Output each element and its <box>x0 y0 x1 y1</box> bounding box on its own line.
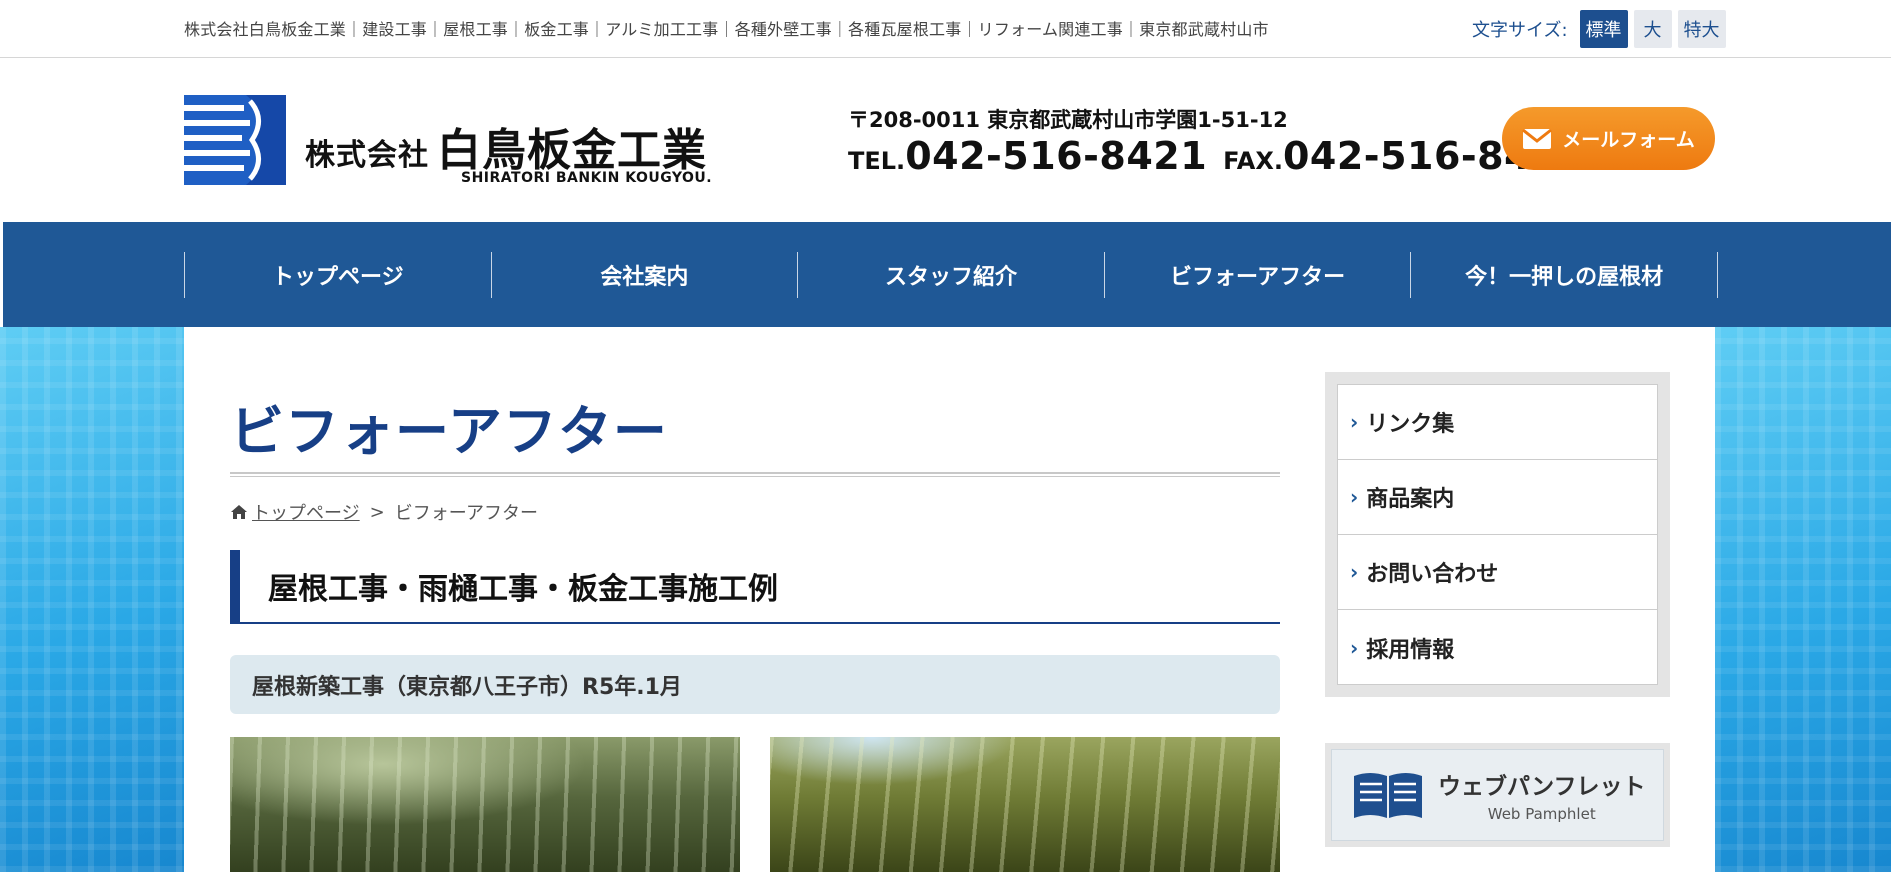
breadcrumb-current: ビフォーアフター <box>394 503 539 524</box>
pamphlet-title: ウェブパンフレット <box>1438 774 1646 800</box>
main-content: ビフォーアフター トップページ > ビフォーアフター 屋根工事・雨樋工事・板金工… <box>184 327 1715 872</box>
nav-item-recommended-roofing[interactable]: 今！一押しの屋根材 <box>1411 252 1718 298</box>
open-book-icon <box>1354 773 1422 818</box>
breadcrumb-home-link[interactable]: トップページ <box>252 499 360 525</box>
chevron-right-icon: › <box>1350 635 1359 660</box>
case-heading: 屋根新築工事（東京都八王子市）R5年.1月 <box>230 655 1280 714</box>
company-logo-text: 株式会社 白鳥板金工業 <box>305 114 707 178</box>
site-tagline: 株式会社白鳥板金工業｜建設工事｜屋根工事｜板金工事｜アルミ加工工事｜各種外壁工事… <box>184 20 1269 39</box>
chevron-right-icon: › <box>1350 410 1359 434</box>
nav-item-staff[interactable]: スタッフ紹介 <box>798 252 1105 298</box>
background-right-decoration <box>1715 327 1891 872</box>
company-kk: 株式会社 <box>305 138 429 173</box>
font-size-label: 文字サイズ: <box>1472 20 1568 41</box>
mail-form-button[interactable]: メールフォーム <box>1502 107 1715 170</box>
font-size-large-button[interactable]: 大 <box>1633 10 1672 48</box>
sidebar-item-label: リンク集 <box>1366 412 1455 437</box>
font-size-switcher: 文字サイズ: 標準 大 特大 <box>1472 10 1726 48</box>
mail-form-label: メールフォーム <box>1562 129 1695 151</box>
nav-item-before-after[interactable]: ビフォーアフター <box>1105 252 1412 298</box>
background-left-decoration <box>0 327 184 872</box>
tel-number[interactable]: 042-516-8421 <box>905 134 1207 178</box>
sidebar-item-label: 採用情報 <box>1366 637 1455 663</box>
title-divider <box>230 472 1280 477</box>
nav-item-top[interactable]: トップページ <box>185 252 492 298</box>
company-logo-icon[interactable] <box>184 95 286 185</box>
breadcrumb: トップページ > ビフォーアフター <box>230 499 538 525</box>
before-photo[interactable] <box>230 737 740 872</box>
company-name-english: SHIRATORI BANKIN KOUGYOU. <box>461 170 713 186</box>
company-address: 〒208-0011 東京都武蔵村山市学園1-51-12 <box>848 108 1288 132</box>
sidebar-item-contact[interactable]: › お問い合わせ <box>1338 535 1657 610</box>
sidebar-item-products[interactable]: › 商品案内 <box>1338 460 1657 535</box>
pamphlet-subtitle: Web Pamphlet <box>1487 805 1596 823</box>
fax-prefix: FAX. <box>1223 147 1283 175</box>
company-name: 白鳥板金工業 <box>437 125 707 176</box>
sidebar-item-links[interactable]: › リンク集 <box>1338 385 1657 460</box>
sidebar-item-recruit[interactable]: › 採用情報 <box>1338 610 1657 685</box>
sidebar-item-label: お問い合わせ <box>1366 562 1499 587</box>
web-pamphlet-banner[interactable]: ウェブパンフレット Web Pamphlet <box>1325 743 1670 847</box>
envelope-icon <box>1522 128 1553 149</box>
font-size-xlarge-button[interactable]: 特大 <box>1677 10 1726 48</box>
sidebar-menu: › リンク集 › 商品案内 › お問い合わせ › 採用情報 <box>1325 372 1670 697</box>
section-heading: 屋根工事・雨樋工事・板金工事施工例 <box>230 550 1280 624</box>
sidebar-item-label: 商品案内 <box>1366 487 1455 512</box>
global-nav: トップページ 会社案内 スタッフ紹介 ビフォーアフター 今！一押しの屋根材 <box>3 222 1891 327</box>
home-icon[interactable] <box>230 504 248 520</box>
chevron-right-icon: › <box>1350 485 1359 509</box>
tel-prefix: TEL. <box>848 147 906 175</box>
page-title: ビフォーアフター <box>230 400 668 463</box>
breadcrumb-separator: > <box>369 501 385 523</box>
contact-numbers: TEL.042-516-8421 FAX.042-516-8422 <box>848 134 1585 178</box>
nav-item-company[interactable]: 会社案内 <box>492 252 799 298</box>
top-utility-bar: 株式会社白鳥板金工業｜建設工事｜屋根工事｜板金工事｜アルミ加工工事｜各種外壁工事… <box>0 0 1891 58</box>
font-size-standard-button[interactable]: 標準 <box>1579 10 1628 48</box>
after-photo[interactable] <box>770 737 1280 872</box>
chevron-right-icon: › <box>1350 560 1359 584</box>
